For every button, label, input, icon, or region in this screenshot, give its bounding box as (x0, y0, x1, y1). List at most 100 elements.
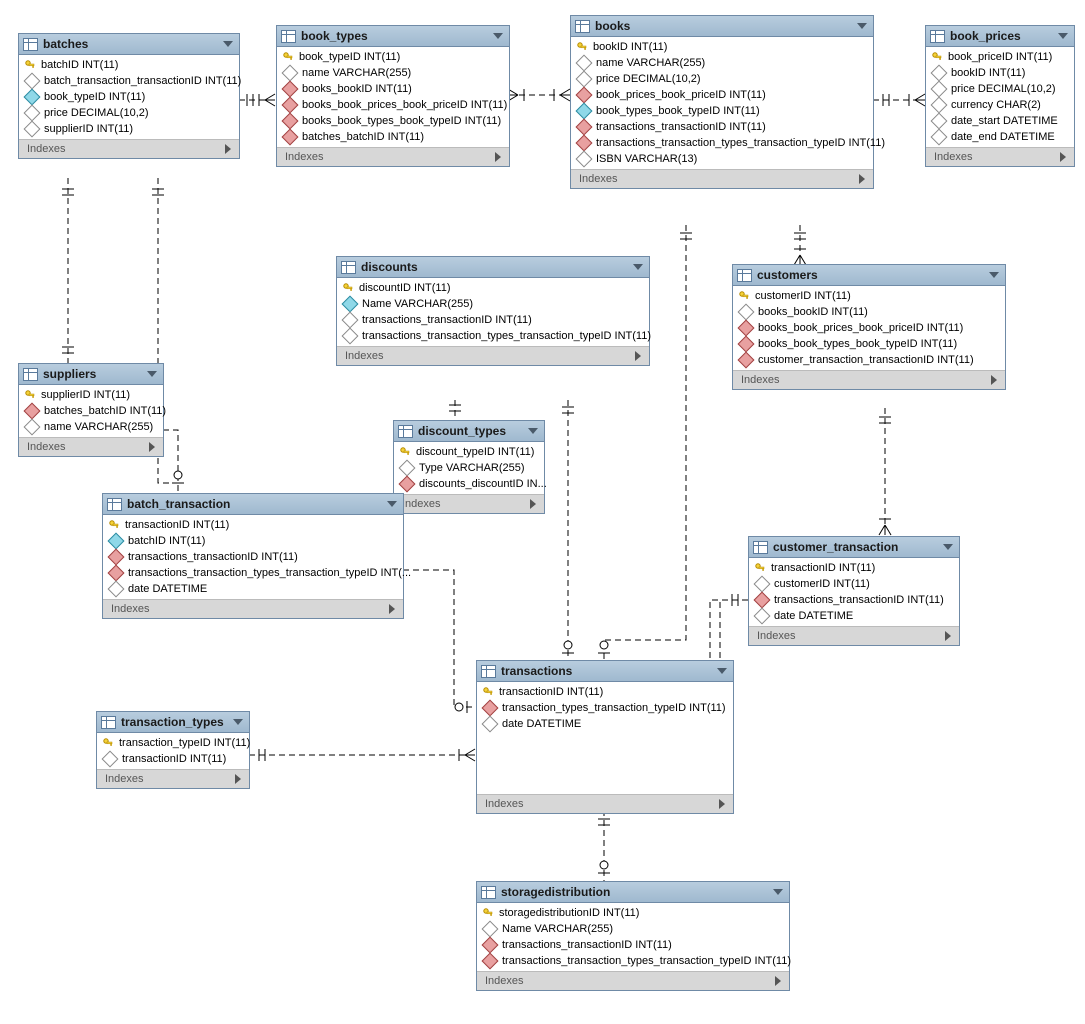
indexes-section[interactable]: Indexes (749, 626, 959, 645)
column-row[interactable]: books_book_prices_book_priceID INT(11) (733, 320, 1005, 336)
table-header[interactable]: transactions (477, 661, 733, 682)
expand-arrow-icon[interactable] (225, 144, 231, 154)
column-row[interactable]: discounts_discountID IN... (394, 476, 544, 492)
column-row[interactable]: transactionID INT(11) (749, 560, 959, 576)
indexes-section[interactable]: Indexes (926, 147, 1074, 166)
column-row[interactable]: transactions_transactionID INT(11) (103, 549, 403, 565)
column-row[interactable]: book_types_book_typeID INT(11) (571, 103, 873, 119)
table-customers[interactable]: customers customerID INT(11)books_bookID … (732, 264, 1006, 390)
column-row[interactable]: price DECIMAL(10,2) (19, 105, 239, 121)
expand-arrow-icon[interactable] (1060, 152, 1066, 162)
indexes-section[interactable]: Indexes (477, 794, 733, 813)
collapse-arrow-icon[interactable] (387, 501, 397, 507)
column-row[interactable]: currency CHAR(2) (926, 97, 1074, 113)
table-book_types[interactable]: book_typesbook_typeID INT(11)name VARCHA… (276, 25, 510, 167)
indexes-section[interactable]: Indexes (103, 599, 403, 618)
collapse-arrow-icon[interactable] (493, 33, 503, 39)
indexes-section[interactable]: Indexes (733, 370, 1005, 389)
column-row[interactable]: transaction_typeID INT(11) (97, 735, 249, 751)
column-row[interactable]: date_start DATETIME (926, 113, 1074, 129)
column-row[interactable]: transactions_transaction_types_transacti… (477, 953, 789, 969)
column-row[interactable]: books_book_types_book_typeID INT(11) (733, 336, 1005, 352)
expand-arrow-icon[interactable] (991, 375, 997, 385)
table-header[interactable]: suppliers (19, 364, 163, 385)
column-row[interactable]: date_end DATETIME (926, 129, 1074, 145)
column-row[interactable]: storagedistributionID INT(11) (477, 905, 789, 921)
column-row[interactable]: transactionID INT(11) (103, 517, 403, 533)
collapse-arrow-icon[interactable] (528, 428, 538, 434)
column-row[interactable]: transactions_transactionID INT(11) (571, 119, 873, 135)
table-discount_types[interactable]: discount_types discount_typeID INT(11)Typ… (393, 420, 545, 514)
column-row[interactable]: discountID INT(11) (337, 280, 649, 296)
table-header[interactable]: discounts (337, 257, 649, 278)
column-row[interactable]: books_book_types_book_typeID INT(11) (277, 113, 509, 129)
column-row[interactable]: supplierID INT(11) (19, 387, 163, 403)
table-header[interactable]: book_prices (926, 26, 1074, 47)
column-row[interactable]: book_typeID INT(11) (19, 89, 239, 105)
collapse-arrow-icon[interactable] (147, 371, 157, 377)
table-transaction_types[interactable]: transaction_types transaction_typeID INT(… (96, 711, 250, 789)
table-header[interactable]: batches (19, 34, 239, 55)
column-row[interactable]: name VARCHAR(255) (19, 419, 163, 435)
expand-arrow-icon[interactable] (859, 174, 865, 184)
column-row[interactable]: customerID INT(11) (733, 288, 1005, 304)
column-row[interactable]: transactions_transactionID INT(11) (749, 592, 959, 608)
column-row[interactable]: Type VARCHAR(255) (394, 460, 544, 476)
column-row[interactable]: transactions_transaction_types_transacti… (337, 328, 649, 344)
column-row[interactable]: book_prices_book_priceID INT(11) (571, 87, 873, 103)
column-row[interactable]: bookID INT(11) (571, 39, 873, 55)
indexes-section[interactable]: Indexes (571, 169, 873, 188)
column-row[interactable]: batches_batchID INT(11) (277, 129, 509, 145)
column-row[interactable]: name VARCHAR(255) (277, 65, 509, 81)
indexes-section[interactable]: Indexes (19, 139, 239, 158)
expand-arrow-icon[interactable] (530, 499, 536, 509)
expand-arrow-icon[interactable] (495, 152, 501, 162)
expand-arrow-icon[interactable] (945, 631, 951, 641)
column-row[interactable]: ISBN VARCHAR(13) (571, 151, 873, 167)
column-row[interactable]: date DATETIME (749, 608, 959, 624)
column-row[interactable]: batchID INT(11) (103, 533, 403, 549)
table-header[interactable]: transaction_types (97, 712, 249, 733)
indexes-section[interactable]: Indexes (97, 769, 249, 788)
collapse-arrow-icon[interactable] (989, 272, 999, 278)
column-row[interactable]: books_bookID INT(11) (277, 81, 509, 97)
table-header[interactable]: customers (733, 265, 1005, 286)
table-transactions[interactable]: transactionstransactionID INT(11)transac… (476, 660, 734, 814)
column-row[interactable]: transactions_transactionID INT(11) (337, 312, 649, 328)
column-row[interactable]: date DATETIME (103, 581, 403, 597)
column-row[interactable]: price DECIMAL(10,2) (926, 81, 1074, 97)
column-row[interactable]: transactions_transactionID INT(11) (477, 937, 789, 953)
column-row[interactable]: book_priceID INT(11) (926, 49, 1074, 65)
indexes-section[interactable]: Indexes (19, 437, 163, 456)
collapse-arrow-icon[interactable] (633, 264, 643, 270)
column-row[interactable]: transactions_transaction_types_transacti… (103, 565, 403, 581)
column-row[interactable]: book_typeID INT(11) (277, 49, 509, 65)
column-row[interactable]: name VARCHAR(255) (571, 55, 873, 71)
collapse-arrow-icon[interactable] (857, 23, 867, 29)
column-row[interactable]: books_bookID INT(11) (733, 304, 1005, 320)
table-batch_transaction[interactable]: batch_transactiontransactionID INT(11)ba… (102, 493, 404, 619)
expand-arrow-icon[interactable] (775, 976, 781, 986)
column-row[interactable]: bookID INT(11) (926, 65, 1074, 81)
indexes-section[interactable]: Indexes (394, 494, 544, 513)
column-row[interactable]: Name VARCHAR(255) (477, 921, 789, 937)
table-book_prices[interactable]: book_prices book_priceID INT(11)bookID IN… (925, 25, 1075, 167)
expand-arrow-icon[interactable] (235, 774, 241, 784)
table-header[interactable]: books (571, 16, 873, 37)
column-row[interactable]: books_book_prices_book_priceID INT(11) (277, 97, 509, 113)
expand-arrow-icon[interactable] (635, 351, 641, 361)
table-storagedistribution[interactable]: storagedistributionstoragedistributionID… (476, 881, 790, 991)
column-row[interactable]: discount_typeID INT(11) (394, 444, 544, 460)
table-header[interactable]: discount_types (394, 421, 544, 442)
column-row[interactable]: transactionID INT(11) (477, 684, 733, 700)
table-books[interactable]: booksbookID INT(11)name VARCHAR(255)pric… (570, 15, 874, 189)
collapse-arrow-icon[interactable] (223, 41, 233, 47)
collapse-arrow-icon[interactable] (1058, 33, 1068, 39)
column-row[interactable]: batches_batchID INT(11) (19, 403, 163, 419)
column-row[interactable]: date DATETIME (477, 716, 733, 732)
expand-arrow-icon[interactable] (719, 799, 725, 809)
expand-arrow-icon[interactable] (149, 442, 155, 452)
indexes-section[interactable]: Indexes (277, 147, 509, 166)
column-row[interactable]: customer_transaction_transactionID INT(1… (733, 352, 1005, 368)
table-discounts[interactable]: discountsdiscountID INT(11)Name VARCHAR(… (336, 256, 650, 366)
